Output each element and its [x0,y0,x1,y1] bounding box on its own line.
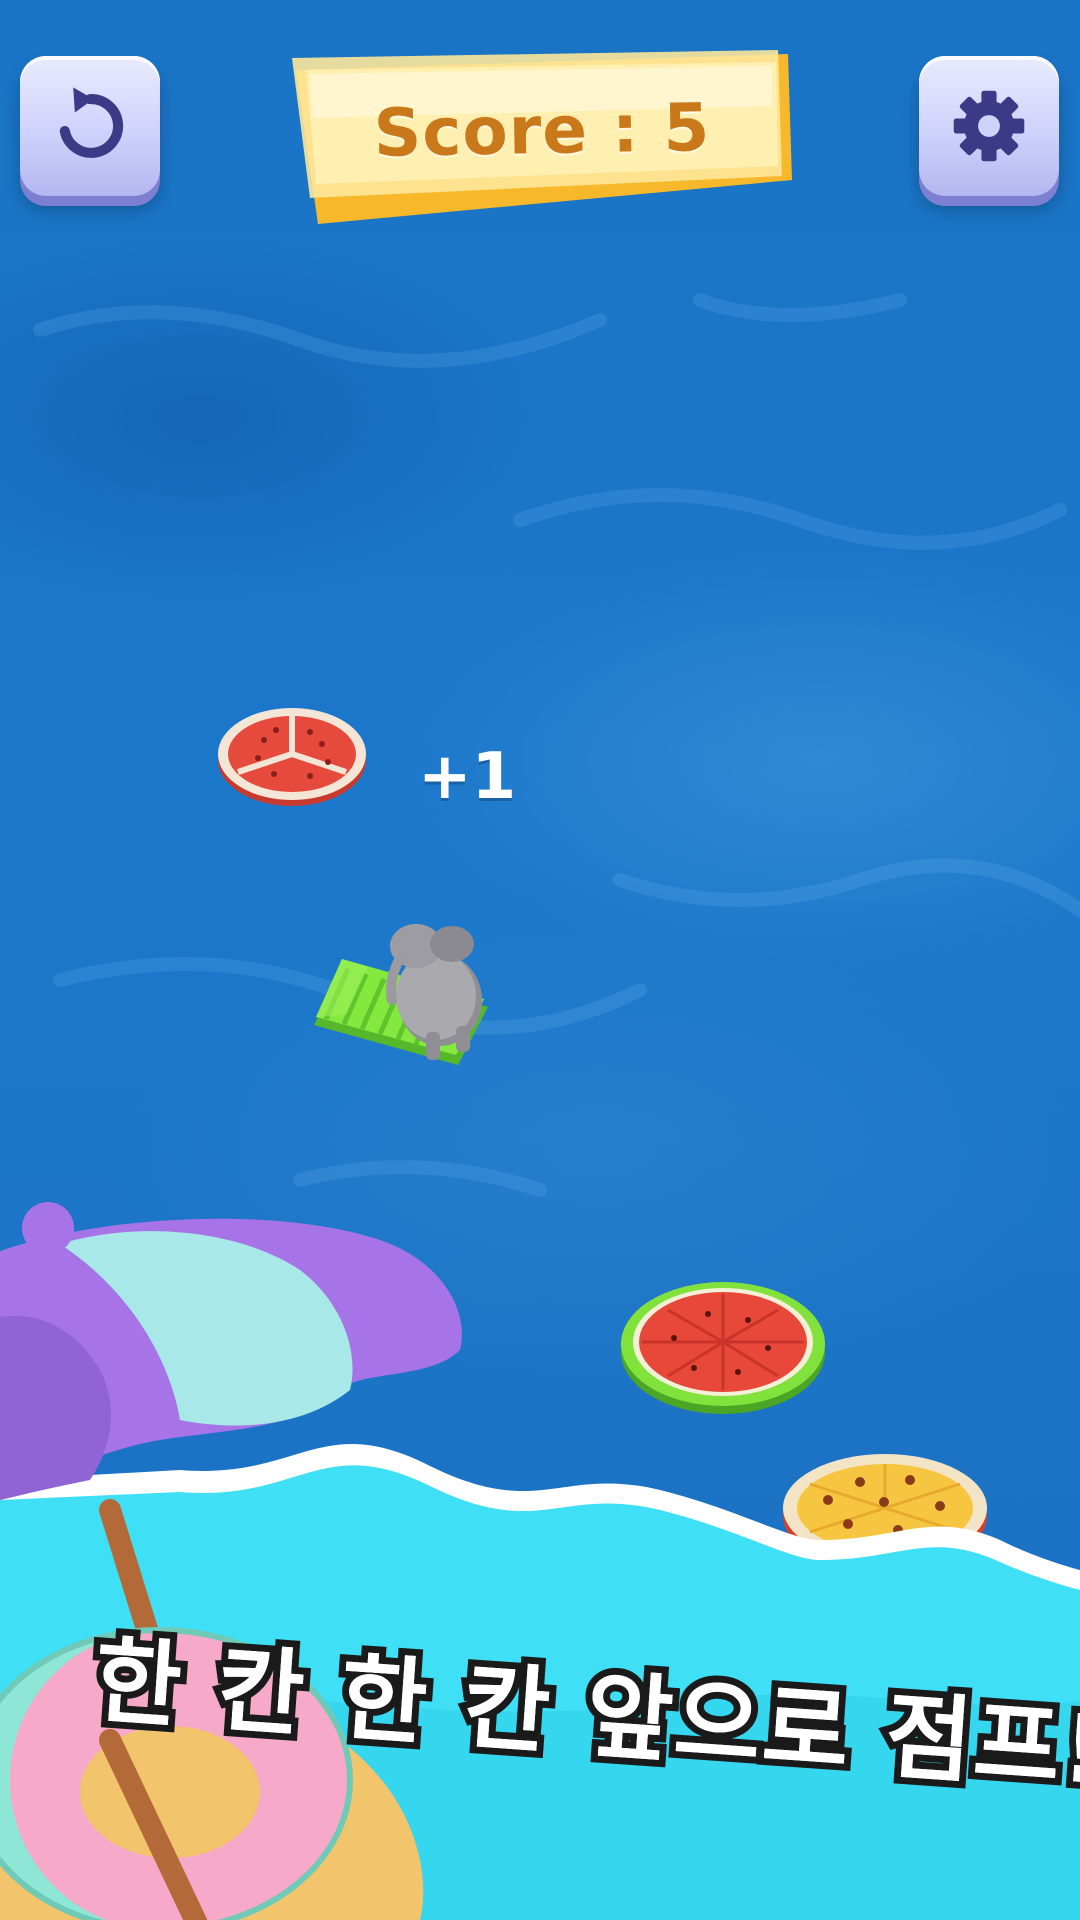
game-scene[interactable]: Score : 5 +1 한 칸 한 칸 앞으로 점프! 한 칸 한 칸 앞으로… [0,0,1080,1920]
score-gain-popup: +1 [418,740,517,814]
watermelon-slice-platform [218,708,366,806]
restart-icon [59,87,124,158]
elephant-player [386,924,482,1060]
settings-button[interactable] [919,56,1059,196]
umbrella-top [22,1202,74,1254]
score-label: Score : 5 [373,89,711,172]
score-banner: Score : 5 [288,48,796,228]
gear-icon [953,90,1025,162]
restart-button[interactable] [20,56,160,196]
